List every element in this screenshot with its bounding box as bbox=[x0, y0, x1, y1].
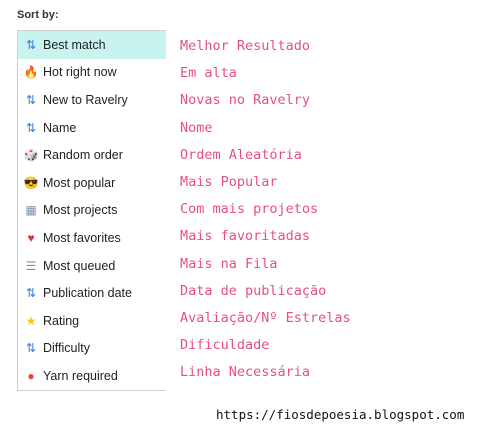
sort-option-label: Most favorites bbox=[43, 230, 121, 245]
heart-icon: ♥ bbox=[27, 230, 35, 245]
sort-option-12[interactable]: ● Yarn required bbox=[18, 362, 166, 390]
star-icon: ★ bbox=[25, 313, 37, 328]
translation-text: Mais Popular bbox=[180, 173, 278, 190]
translation-text: Com mais projetos bbox=[180, 201, 319, 218]
source-url: https://fiosdepoesia.blogspot.com bbox=[216, 407, 465, 422]
translation-text: Em alta bbox=[180, 65, 237, 82]
sort-option-label: Random order bbox=[43, 148, 123, 163]
sort-option-6[interactable]: ▦ Most projects bbox=[18, 197, 166, 225]
sort-option-label: Hot right now bbox=[43, 65, 117, 80]
translation-text: Dificuldade bbox=[180, 337, 270, 354]
translation-text: Linha Necessária bbox=[180, 364, 311, 381]
date-sort-icon: ⇅ bbox=[25, 286, 37, 301]
sort-option-label: Yarn required bbox=[43, 368, 118, 383]
translation-text: Melhor Resultado bbox=[180, 38, 311, 54]
sort-option-label: New to Ravelry bbox=[43, 92, 128, 107]
sort-option-8[interactable]: ☰ Most queued bbox=[18, 252, 166, 280]
sort-option-10[interactable]: ★ Rating bbox=[18, 307, 166, 335]
sort-option-2[interactable]: ⇅ New to Ravelry bbox=[18, 86, 166, 114]
new-sort-icon: ⇅ bbox=[25, 92, 37, 107]
queue-icon: ☰ bbox=[25, 258, 37, 273]
translations-list: Melhor Resultado Em alta Novas no Ravelry N… bbox=[180, 33, 351, 386]
sort-option-1[interactable]: 🔥 Hot right now bbox=[18, 59, 166, 87]
best-match-icon: ⇅ bbox=[25, 37, 37, 52]
sort-option-label: Most projects bbox=[43, 203, 118, 218]
translation-text: Data de publicação bbox=[180, 282, 327, 299]
sort-option-label: Difficulty bbox=[43, 341, 91, 356]
sunglasses-face-icon: 😎 bbox=[23, 175, 39, 190]
projects-icon: ▦ bbox=[25, 203, 37, 218]
sort-option-label: Rating bbox=[43, 313, 80, 328]
translation-text: Avaliação/Nº Estrelas bbox=[180, 309, 351, 326]
alpha-sort-icon: ⇅ bbox=[25, 120, 37, 135]
sort-option-7[interactable]: ♥ Most favorites bbox=[18, 224, 166, 252]
translation-text: Nome bbox=[180, 119, 213, 136]
sort-option-label: Most queued bbox=[43, 258, 116, 273]
translation-text: Ordem Aleatória bbox=[180, 146, 302, 163]
sort-option-5[interactable]: 😎 Most popular bbox=[18, 169, 166, 197]
yarn-ball-icon: ● bbox=[27, 368, 35, 383]
translation-text: Novas no Ravelry bbox=[180, 92, 311, 109]
sort-option-11[interactable]: ⇅ Difficulty bbox=[18, 335, 166, 363]
translation-text: Mais na Fila bbox=[180, 255, 278, 272]
sort-option-0[interactable]: ⇅ Best match bbox=[18, 31, 166, 59]
fire-icon: 🔥 bbox=[23, 65, 39, 80]
sort-option-label: Name bbox=[43, 120, 77, 135]
sort-by-label: Sort by: bbox=[17, 9, 59, 21]
sort-option-label: Best match bbox=[43, 37, 106, 52]
sort-option-3[interactable]: ⇅ Name bbox=[18, 114, 166, 142]
sort-menu: ⇅ Best match 🔥 Hot right now ⇅ New to Ravelry… bbox=[17, 30, 166, 391]
sort-option-4[interactable]: 🎲 Random order bbox=[18, 141, 166, 169]
sort-option-label: Most popular bbox=[43, 175, 116, 190]
sort-option-label: Publication date bbox=[43, 286, 132, 301]
translation-text: Mais favoritadas bbox=[180, 228, 311, 245]
sort-option-9[interactable]: ⇅ Publication date bbox=[18, 279, 166, 307]
dice-icon: 🎲 bbox=[23, 148, 39, 163]
difficulty-sort-icon: ⇅ bbox=[25, 341, 37, 356]
